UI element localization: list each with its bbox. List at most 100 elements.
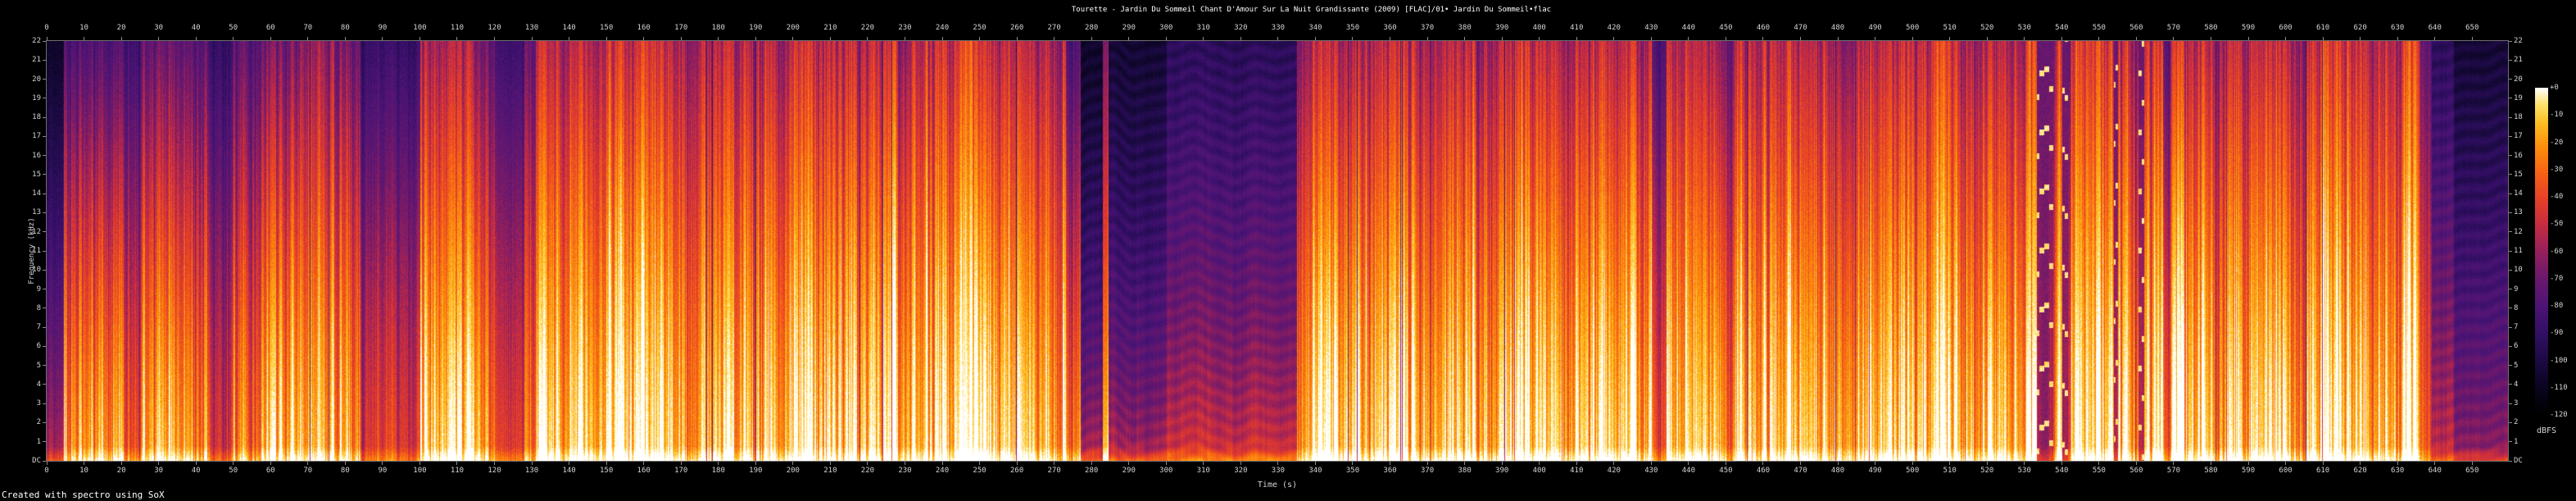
x-tick-label-bottom: 280 [1085, 467, 1098, 475]
x-tick-label-bottom: 100 [413, 467, 426, 475]
y-tick-label-right: 6 [2514, 342, 2518, 350]
x-tick-label-top: 450 [1719, 24, 1732, 32]
x-tick-mark [196, 462, 197, 465]
x-tick-mark [1949, 462, 1950, 465]
x-tick-mark [270, 37, 271, 40]
x-tick-label-top: 600 [2279, 24, 2292, 32]
x-tick-mark [382, 37, 383, 40]
colorbar-label: dBFS [2530, 426, 2563, 435]
x-tick-label-bottom: 520 [1980, 467, 1993, 475]
y-tick-label-right: 8 [2514, 304, 2518, 312]
x-tick-label-bottom: 170 [674, 467, 687, 475]
x-tick-label-bottom: 540 [2055, 467, 2068, 475]
x-tick-label-bottom: 550 [2093, 467, 2106, 475]
x-tick-mark [2024, 462, 2025, 465]
x-tick-label-bottom: 630 [2391, 467, 2404, 475]
x-tick-label-top: 580 [2204, 24, 2217, 32]
x-tick-mark [2173, 37, 2174, 40]
x-tick-mark [1502, 462, 1503, 465]
x-tick-mark [196, 37, 197, 40]
colorbar-tick-label: -20 [2550, 139, 2563, 147]
x-tick-label-bottom: 70 [303, 467, 312, 475]
y-tick-mark [2509, 212, 2512, 213]
x-tick-mark [2098, 37, 2099, 40]
x-tick-mark [2248, 462, 2249, 465]
x-tick-mark [2472, 462, 2473, 465]
y-tick-mark [43, 307, 46, 308]
y-tick-mark [43, 384, 46, 385]
x-tick-mark [1091, 37, 1092, 40]
y-tick-mark [2509, 41, 2512, 42]
x-tick-label-top: 170 [674, 24, 687, 32]
x-tick-label-top: 380 [1458, 24, 1471, 32]
x-tick-mark [121, 37, 122, 40]
x-tick-mark [867, 37, 868, 40]
y-tick-mark [43, 231, 46, 232]
x-tick-label-bottom: 240 [936, 467, 949, 475]
x-tick-mark [456, 462, 457, 465]
y-tick-mark [43, 403, 46, 404]
y-tick-mark [2509, 251, 2512, 252]
x-tick-mark [830, 462, 831, 465]
x-tick-label-top: 250 [973, 24, 986, 32]
y-tick-label-right: 13 [2514, 208, 2523, 216]
y-tick-label-right: 22 [2514, 37, 2523, 45]
y-tick-label-right: 3 [2514, 399, 2518, 408]
y-tick-mark [43, 41, 46, 42]
x-tick-mark [233, 37, 234, 40]
x-tick-mark [2323, 462, 2324, 465]
x-tick-label-bottom: 150 [600, 467, 613, 475]
y-tick-label-left: 14 [0, 189, 41, 198]
x-tick-label-bottom: 0 [44, 467, 48, 475]
x-tick-label-top: 60 [266, 24, 275, 32]
y-tick-label-left: 22 [0, 37, 41, 45]
x-tick-label-top: 540 [2055, 24, 2068, 32]
x-tick-label-bottom: 410 [1570, 467, 1583, 475]
x-tick-mark [1128, 37, 1129, 40]
x-tick-label-top: 370 [1421, 24, 1434, 32]
x-tick-mark [1651, 37, 1652, 40]
x-tick-label-bottom: 420 [1608, 467, 1621, 475]
y-tick-label-left: 21 [0, 56, 41, 64]
x-tick-label-top: 30 [154, 24, 163, 32]
x-tick-label-bottom: 320 [1234, 467, 1247, 475]
x-tick-label-bottom: 310 [1197, 467, 1210, 475]
x-tick-mark [1800, 462, 1801, 465]
y-tick-label-right: 10 [2514, 266, 2523, 274]
colorbar-tick-label: -40 [2550, 193, 2563, 201]
colorbar-tick-label: -30 [2550, 166, 2563, 174]
y-tick-mark [2509, 79, 2512, 80]
x-tick-label-bottom: 220 [861, 467, 874, 475]
colorbar-tick-label: -10 [2550, 111, 2563, 119]
x-tick-mark [2397, 462, 2398, 465]
x-tick-mark [718, 462, 719, 465]
y-tick-label-left: 15 [0, 171, 41, 179]
x-tick-mark [307, 37, 308, 40]
x-tick-label-top: 440 [1682, 24, 1695, 32]
x-tick-label-bottom: 650 [2465, 467, 2478, 475]
y-tick-label-right: 11 [2514, 247, 2523, 255]
y-tick-mark [43, 155, 46, 156]
x-tick-label-bottom: 500 [1906, 467, 1919, 475]
x-tick-label-bottom: 450 [1719, 467, 1732, 475]
x-tick-mark [1539, 37, 1540, 40]
page-title: Tourette - Jardin Du Sommeil Chant D'Amo… [47, 6, 2576, 14]
x-tick-label-bottom: 190 [749, 467, 762, 475]
x-tick-label-top: 230 [898, 24, 911, 32]
x-tick-label-top: 570 [2167, 24, 2180, 32]
colorbar-tick-label: -50 [2550, 220, 2563, 228]
x-tick-label-bottom: 140 [562, 467, 575, 475]
x-tick-mark [1838, 37, 1839, 40]
colorbar-canvas [2535, 88, 2548, 415]
x-tick-label-bottom: 490 [1868, 467, 1881, 475]
spectrogram-screen: Tourette - Jardin Du Sommeil Chant D'Amo… [0, 0, 2576, 501]
colorbar-tick-label: -110 [2550, 384, 2568, 392]
x-tick-label-top: 620 [2354, 24, 2367, 32]
x-tick-mark [2360, 462, 2361, 465]
x-tick-label-top: 510 [1943, 24, 1957, 32]
x-axis-title: Time (s) [47, 481, 2508, 490]
x-tick-mark [1613, 462, 1614, 465]
x-tick-mark [606, 462, 607, 465]
x-tick-label-bottom: 530 [2018, 467, 2031, 475]
y-tick-label-right: 14 [2514, 189, 2523, 198]
